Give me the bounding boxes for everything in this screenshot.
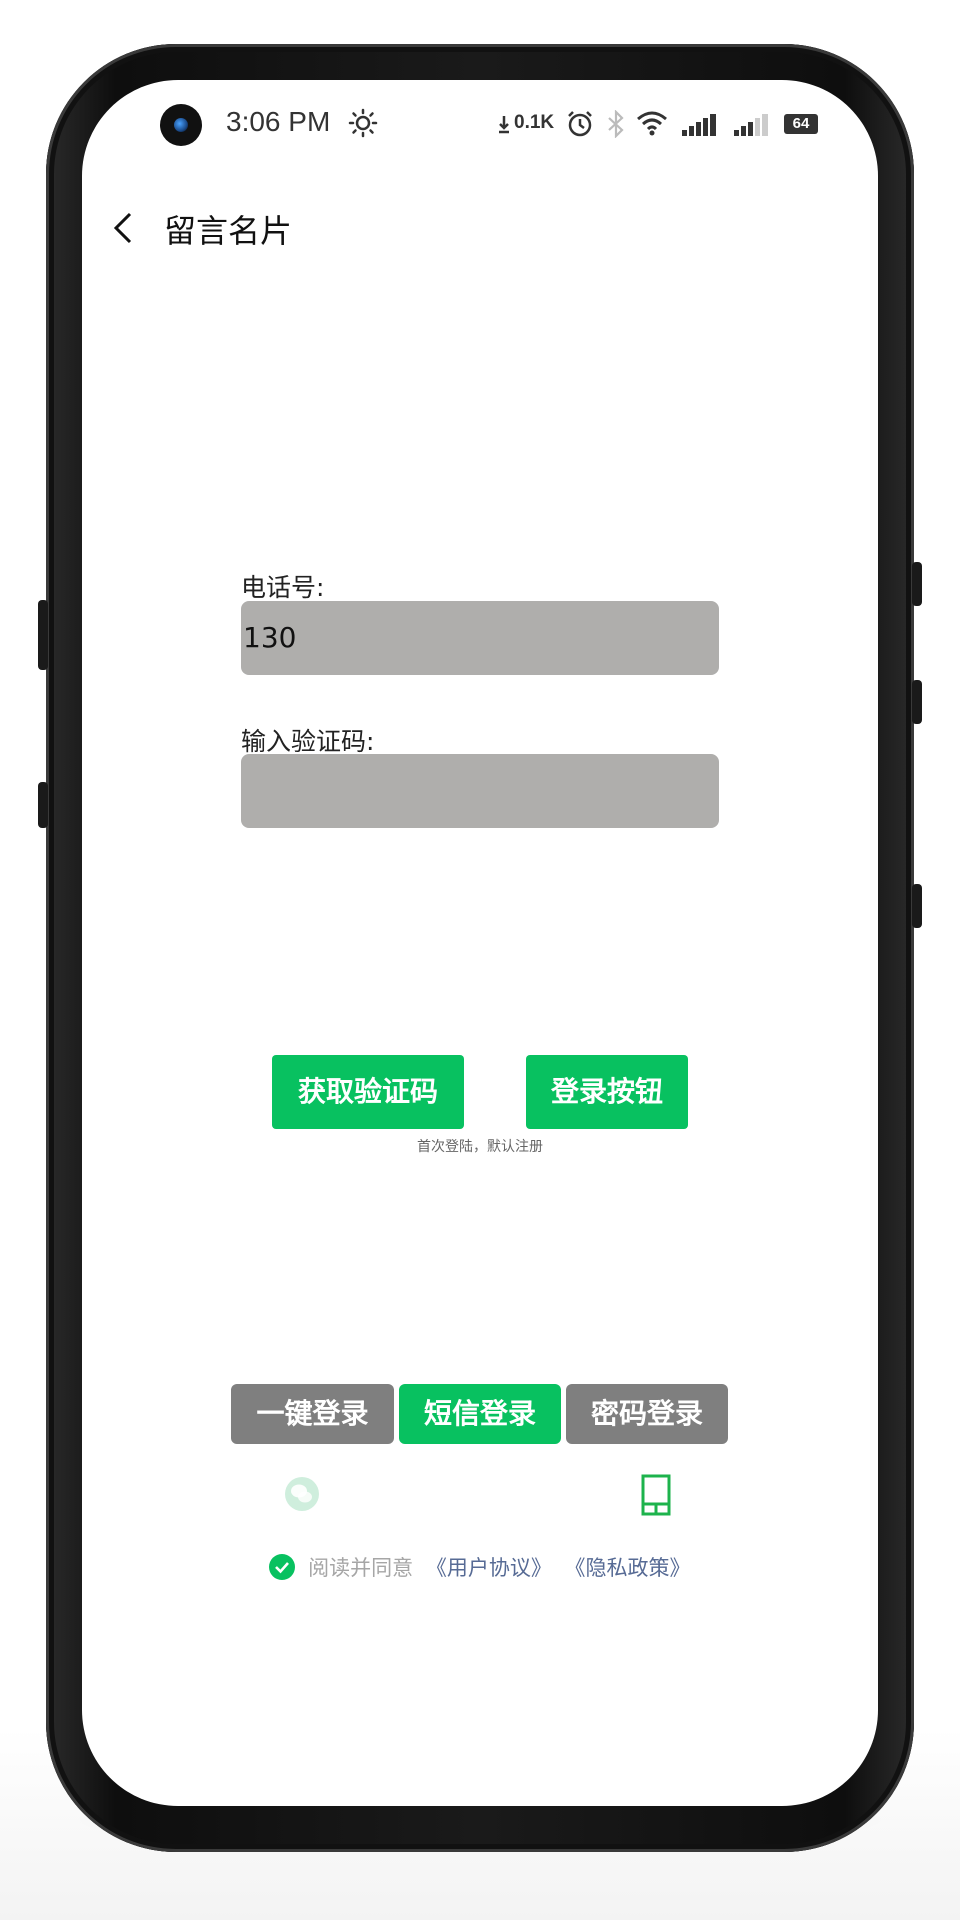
get-code-button[interactable]: 获取验证码 bbox=[272, 1055, 464, 1129]
login-button[interactable]: 登录按钮 bbox=[526, 1055, 688, 1129]
net-speed: 0.1K bbox=[514, 112, 555, 133]
wechat-icon[interactable] bbox=[284, 1476, 320, 1512]
side-button-right-3 bbox=[912, 884, 922, 928]
front-camera bbox=[160, 104, 202, 146]
verification-code-value bbox=[241, 774, 243, 807]
download-speed-icon bbox=[499, 116, 509, 134]
page-title: 留言名片 bbox=[164, 212, 293, 250]
alarm-icon bbox=[568, 111, 592, 137]
volume-button-left-upper bbox=[38, 600, 48, 670]
agreement-text: 阅读并同意 bbox=[308, 1556, 414, 1580]
bluetooth-icon bbox=[608, 110, 624, 138]
signal-icon-sim2 bbox=[734, 114, 768, 136]
tab-password-login[interactable]: 密码登录 bbox=[566, 1384, 728, 1444]
agreement-row: 阅读并同意 《用户协议》 《隐私政策》 bbox=[82, 1552, 878, 1582]
tab-one-click-login[interactable]: 一键登录 bbox=[231, 1384, 394, 1444]
privacy-policy-link[interactable]: 《隐私政策》 bbox=[565, 1556, 691, 1580]
header: 留言名片 bbox=[82, 190, 878, 260]
status-bar: 3:06 PM 0.1K 64 bbox=[82, 80, 878, 170]
phone-input[interactable]: 130 bbox=[241, 601, 719, 675]
volume-button-left-lower bbox=[38, 782, 48, 828]
phone-label: 电话号: bbox=[241, 573, 325, 602]
checked-circle-icon[interactable] bbox=[269, 1554, 296, 1580]
register-hint: 首次登陆，默认注册 bbox=[417, 1139, 543, 1155]
phone-input-value: 130 bbox=[243, 621, 297, 654]
signal-icon-sim1 bbox=[682, 114, 716, 136]
battery-indicator: 64 bbox=[784, 114, 818, 134]
screen: 3:06 PM 0.1K 64 留言名片 电话号: 130 输入验证码: 获取验… bbox=[82, 80, 878, 1806]
code-label: 输入验证码: bbox=[241, 727, 375, 756]
tab-sms-login[interactable]: 短信登录 bbox=[399, 1384, 561, 1444]
side-button-right-1 bbox=[912, 562, 922, 606]
brightness-icon bbox=[348, 108, 378, 138]
user-agreement-link[interactable]: 《用户协议》 bbox=[426, 1556, 552, 1580]
back-arrow-icon[interactable] bbox=[106, 210, 142, 246]
side-button-right-2 bbox=[912, 680, 922, 724]
page: 3:06 PM 0.1K 64 留言名片 电话号: 130 输入验证码: 获取验… bbox=[0, 0, 960, 1920]
wifi-icon bbox=[637, 111, 667, 136]
phone-icon[interactable] bbox=[640, 1474, 672, 1516]
status-time: 3:06 PM bbox=[226, 106, 331, 137]
verification-code-input[interactable] bbox=[241, 754, 719, 828]
